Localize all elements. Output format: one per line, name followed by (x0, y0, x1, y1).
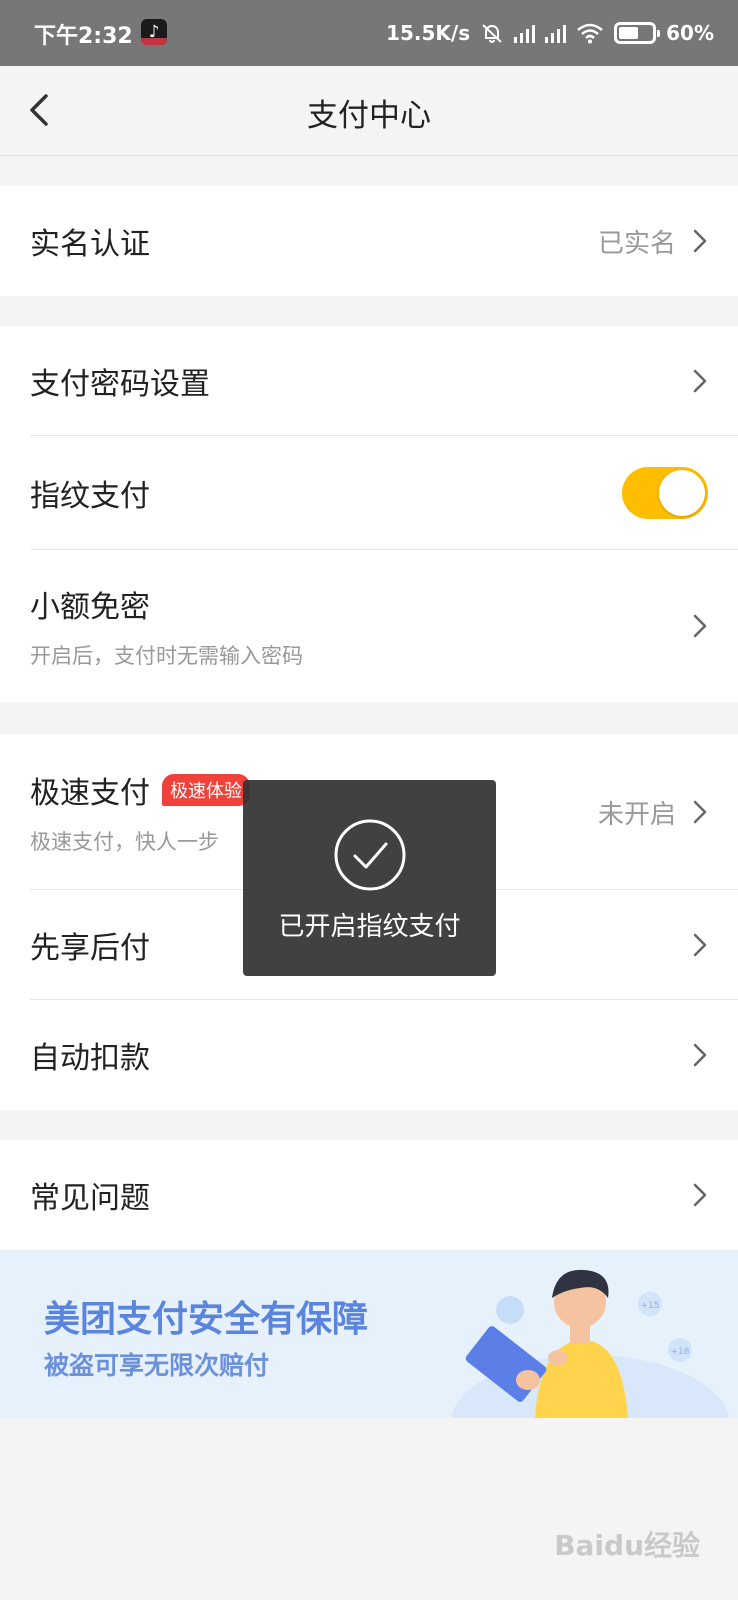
fast-pay-badge: 极速体验 (162, 774, 250, 806)
row-value: 已实名 (597, 228, 676, 259)
toast-message: 已开启指纹支付 (278, 912, 461, 942)
banner-title: 美团支付安全有保障 (44, 1299, 369, 1340)
signal-icon (514, 23, 536, 43)
row-label: 极速支付 (30, 776, 150, 811)
chevron-right-icon (693, 369, 707, 393)
status-time: 下午2:32 (34, 24, 133, 49)
chevron-right-icon (693, 1183, 707, 1207)
status-bar: 下午2:32 ♪ 15.5K/s 60% (0, 0, 738, 66)
chevron-right-icon (693, 614, 707, 638)
row-fingerprint: 指纹支付 (30, 436, 738, 550)
battery-icon (614, 22, 661, 44)
group-security: 支付密码设置 指纹支付 小额免密 开启后，支付时无需输入密码 (0, 326, 738, 702)
row-auto-deduct[interactable]: 自动扣款 (30, 1000, 738, 1110)
row-label: 指纹支付 (30, 479, 150, 514)
row-description: 极速支付，快人一步 (30, 830, 219, 854)
fingerprint-toggle[interactable] (622, 467, 708, 519)
person-with-tablet-illustration: +15 +18 (450, 1269, 730, 1418)
row-label: 先享后付 (30, 931, 150, 966)
baidu-watermark: Baidu经验 (554, 1529, 700, 1562)
chevron-right-icon (693, 1043, 707, 1067)
toast: 已开启指纹支付 (243, 780, 496, 976)
bubble-plus-18: +18 (671, 1347, 690, 1357)
row-real-name[interactable]: 实名认证 已实名 (30, 186, 738, 296)
row-label: 自动扣款 (30, 1041, 150, 1076)
group-help: 常见问题 (0, 1140, 738, 1250)
row-value: 未开启 (597, 799, 676, 830)
wifi-icon (577, 23, 603, 44)
label-line: 极速支付 极速体验 (30, 768, 250, 812)
bubble-plus-15: +15 (641, 1301, 660, 1311)
row-label: 支付密码设置 (30, 367, 210, 402)
security-banner[interactable]: 美团支付安全有保障 被盗可享无限次赔付 +15 +18 (0, 1250, 738, 1418)
row-pay-password[interactable]: 支付密码设置 (30, 326, 738, 436)
battery-percent: 60% (666, 21, 714, 45)
row-description: 开启后，支付时无需输入密码 (30, 644, 303, 668)
mute-bell-icon (482, 24, 502, 43)
chevron-right-icon (693, 229, 707, 253)
row-label: 实名认证 (30, 227, 150, 262)
check-circle-icon (334, 819, 406, 891)
banner-subtitle: 被盗可享无限次赔付 (44, 1351, 270, 1380)
chevron-right-icon (693, 800, 707, 824)
nav-bar: 支付中心 (0, 66, 738, 156)
row-faq[interactable]: 常见问题 (30, 1140, 738, 1250)
row-label: 常见问题 (30, 1181, 150, 1216)
page-title: 支付中心 (307, 98, 431, 134)
status-right: 15.5K/s 60% (386, 18, 714, 48)
row-label: 小额免密 (30, 590, 150, 625)
chevron-right-icon (693, 933, 707, 957)
group-identity: 实名认证 已实名 (0, 186, 738, 296)
signal-icon-2 (545, 23, 567, 43)
tiktok-notification-icon: ♪ (141, 19, 167, 45)
row-small-free[interactable]: 小额免密 开启后，支付时无需输入密码 (30, 550, 738, 702)
network-speed: 15.5K/s (386, 21, 471, 45)
